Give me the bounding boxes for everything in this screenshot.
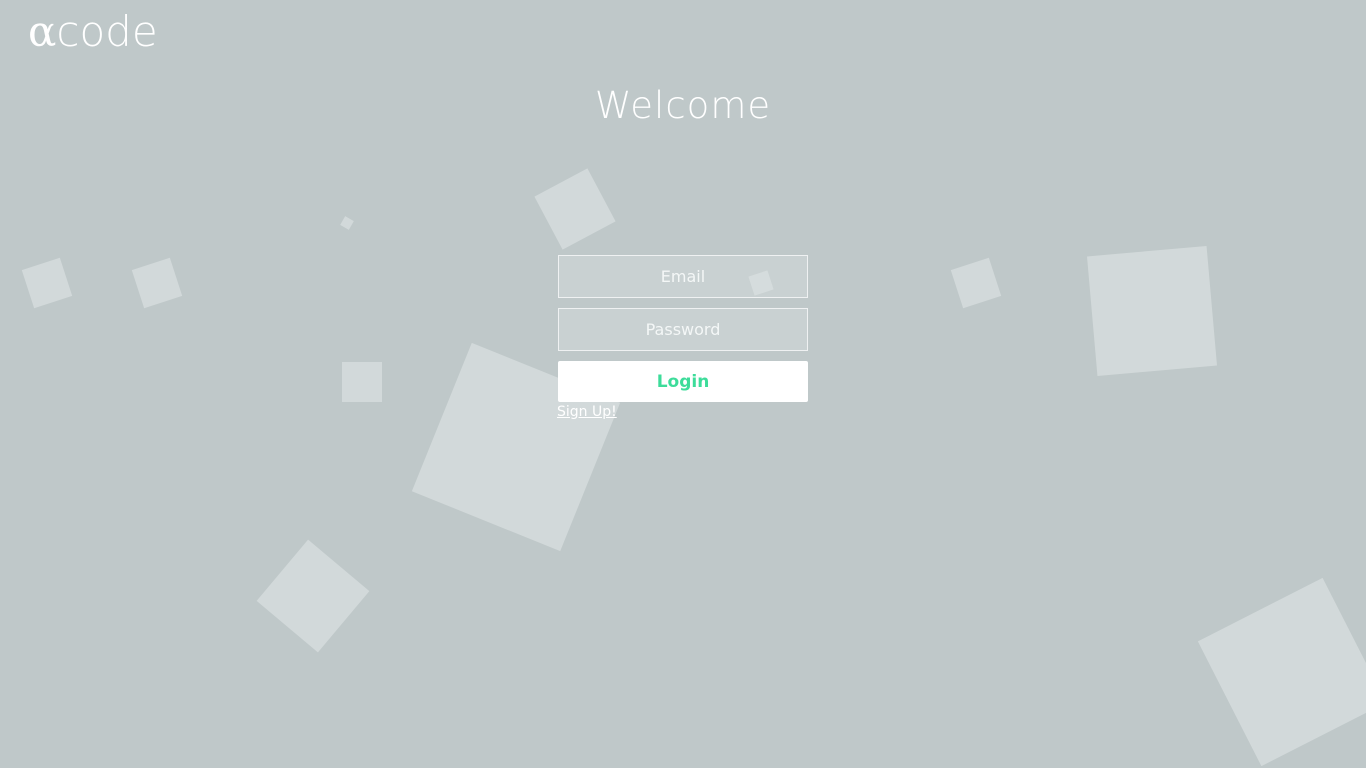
password-field[interactable] <box>558 308 808 351</box>
login-button[interactable]: Login <box>558 361 808 402</box>
brand-logo: αcode <box>28 4 158 60</box>
decorative-square <box>1086 245 1218 377</box>
email-field[interactable] <box>558 255 808 298</box>
decorative-square <box>340 216 354 230</box>
sign-up-link[interactable]: Sign Up! <box>557 404 617 420</box>
decorative-square <box>131 257 183 309</box>
decorative-square <box>1197 577 1366 767</box>
brand-name: code <box>56 7 158 56</box>
decorative-square <box>950 257 1002 309</box>
login-page: αcode Welcome Login Sign Up! <box>0 0 1366 768</box>
login-form: Login Sign Up! <box>557 255 809 420</box>
decorative-square <box>21 257 73 309</box>
decorative-square <box>342 362 382 402</box>
alpha-logo-glyph: α <box>28 7 57 56</box>
page-title: Welcome <box>594 84 772 127</box>
decorative-square <box>534 168 616 250</box>
decorative-square <box>256 539 370 653</box>
